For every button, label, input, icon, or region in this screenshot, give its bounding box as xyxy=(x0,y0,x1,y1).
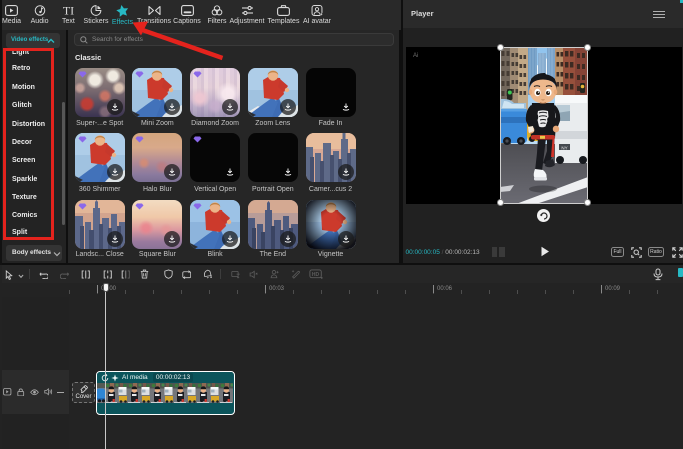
svg-text:NY: NY xyxy=(561,146,567,151)
svg-text:HD: HD xyxy=(311,272,319,278)
